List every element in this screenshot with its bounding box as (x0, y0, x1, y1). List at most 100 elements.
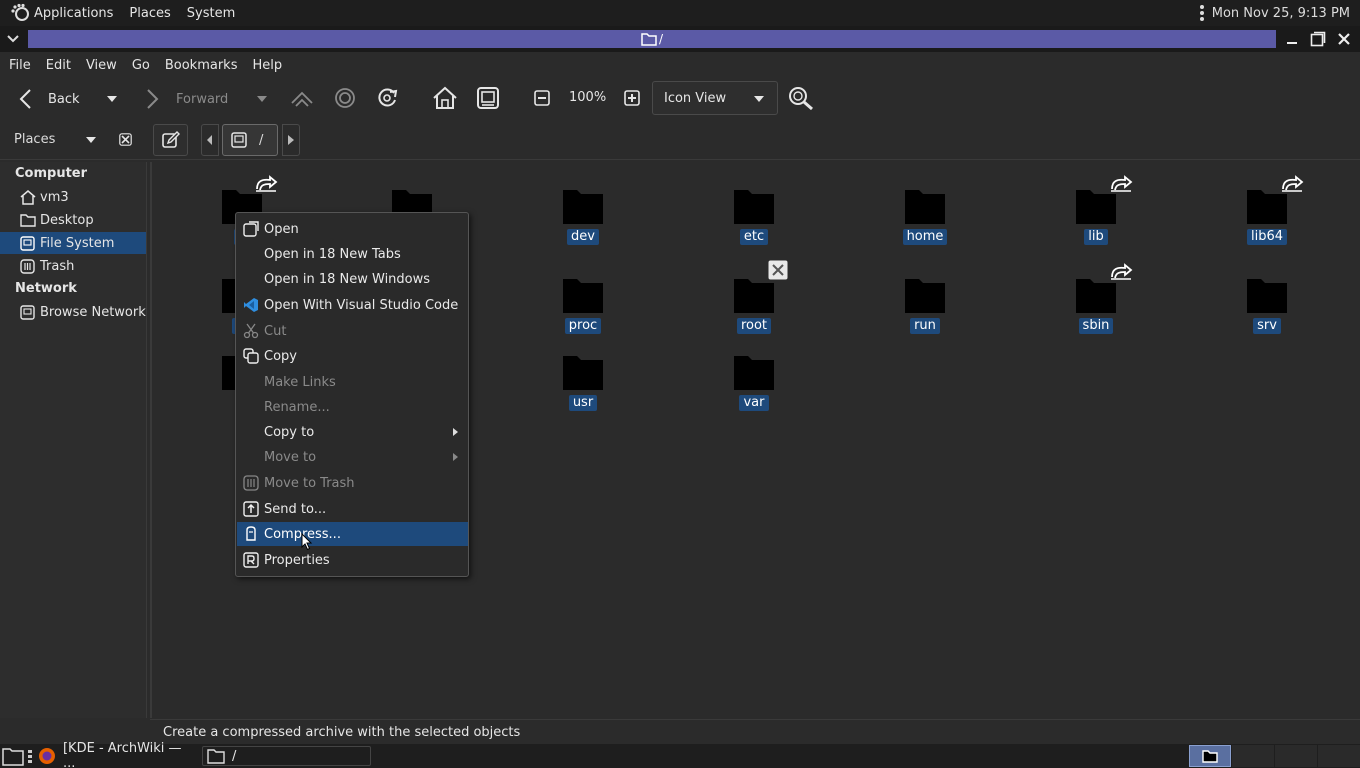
places-selector[interactable]: Places (14, 132, 97, 147)
panel-overflow-icon[interactable] (1199, 5, 1204, 21)
folder-name: lib (1084, 229, 1108, 245)
folder-item-srv[interactable]: srv (1207, 276, 1327, 334)
forward-button[interactable]: Forward (142, 88, 228, 110)
statusbar-text: Create a compressed archive with the sel… (163, 724, 521, 740)
folder-item-var[interactable]: var (694, 353, 814, 411)
zoom-out-button[interactable] (534, 90, 550, 106)
view-mode-select[interactable]: Icon View (652, 81, 778, 115)
menu-item-properties[interactable]: Properties (237, 548, 468, 572)
folder-item-home[interactable]: home (865, 187, 985, 245)
folder-icon (1076, 279, 1116, 313)
menu-item-open-vscode[interactable]: Open With Visual Studio Code (237, 293, 468, 317)
compress-icon (246, 526, 256, 541)
sidebar-item-label: Desktop (40, 212, 94, 228)
sidebar-item-label: File System (40, 235, 115, 251)
folder-name: sbin (1078, 318, 1114, 334)
edit-location-button[interactable] (153, 124, 188, 156)
sidebar-item-file-system[interactable]: File System (0, 232, 146, 254)
edit-menu[interactable]: Edit (41, 58, 75, 73)
folder-name: home (902, 229, 948, 245)
path-scroll-left[interactable] (201, 124, 219, 156)
symlink-emblem-icon (1282, 175, 1304, 192)
folder-item-run[interactable]: run (865, 276, 985, 334)
workspace-2[interactable] (1232, 745, 1274, 767)
taskbar-handle-icon[interactable] (28, 750, 32, 763)
close-button[interactable] (1334, 28, 1354, 50)
path-segment-label: / (259, 132, 264, 148)
path-scroll-right[interactable] (282, 124, 300, 156)
folder-name: proc (564, 318, 602, 334)
sidebar-item-desktop[interactable]: Desktop (0, 209, 146, 231)
menu-item-send-to[interactable]: Send to... (237, 497, 468, 521)
task-file-browser[interactable]: / (202, 746, 371, 766)
menu-item-open[interactable]: Open (237, 217, 468, 241)
folder-icon (734, 190, 774, 224)
search-icon (789, 87, 813, 110)
places-menu[interactable]: Places (121, 0, 178, 26)
folder-item-proc[interactable]: proc (523, 276, 643, 334)
menu-item-move-to-trash[interactable]: Move to Trash (237, 471, 468, 495)
task-firefox[interactable]: [KDE - ArchWiki — ... (38, 741, 198, 768)
menu-item-open-tabs[interactable]: Open in 18 New Tabs (237, 242, 468, 266)
menu-item-move-to[interactable]: Move to (237, 445, 468, 469)
reload-button[interactable] (376, 87, 400, 109)
bookmarks-menu[interactable]: Bookmarks (160, 58, 242, 73)
back-button[interactable]: Back (16, 88, 80, 110)
firefox-icon (38, 748, 55, 764)
up-button[interactable] (290, 88, 314, 108)
menu-item-cut[interactable]: Cut (237, 319, 468, 343)
stop-button[interactable] (334, 87, 356, 109)
workspace-1[interactable] (1189, 745, 1231, 767)
file-menu[interactable]: File (4, 58, 35, 73)
workspace-4[interactable] (1318, 745, 1360, 767)
folder-item-root[interactable]: root (694, 276, 814, 334)
folder-item-dev[interactable]: dev (523, 187, 643, 245)
folder-item-lib64[interactable]: lib64 (1207, 187, 1327, 245)
search-button[interactable] (788, 86, 814, 110)
close-sidebar-button[interactable] (119, 133, 132, 150)
folder-item-lib[interactable]: lib (1036, 187, 1156, 245)
folder-name: etc (739, 229, 769, 245)
menu-item-copy[interactable]: Copy (237, 344, 468, 368)
maximize-icon (1310, 31, 1326, 47)
menu-item-open-windows[interactable]: Open in 18 New Windows (237, 267, 468, 291)
clock[interactable]: Mon Nov 25, 9:13 PM (1212, 6, 1350, 21)
menu-item-label: Open With Visual Studio Code (264, 297, 459, 313)
help-menu[interactable]: Help (247, 58, 286, 73)
folder-item-usr[interactable]: usr (523, 353, 643, 411)
forward-history-dropdown[interactable] (256, 95, 268, 103)
sidebar-item-trash[interactable]: Trash (0, 255, 146, 277)
location-bar: Places / (0, 120, 1360, 160)
window-menu-button[interactable] (2, 28, 24, 50)
folder-name: dev (567, 229, 599, 245)
sidebar-item-vm3[interactable]: vm3 (0, 186, 146, 208)
workspace-3[interactable] (1275, 745, 1317, 767)
applications-menu[interactable]: Applications (30, 0, 121, 26)
system-menu[interactable]: System (179, 0, 243, 26)
folder-icon (905, 190, 945, 224)
maximize-button[interactable] (1308, 28, 1328, 50)
window-title[interactable]: / (28, 30, 1276, 48)
minimize-button[interactable] (1282, 28, 1302, 50)
forward-label: Forward (176, 91, 229, 107)
go-menu[interactable]: Go (127, 58, 154, 73)
show-desktop-icon[interactable] (2, 746, 24, 766)
drive-icon (20, 235, 35, 251)
sidebar-item-browse-network[interactable]: Browse Network (0, 301, 146, 323)
zoom-in-button[interactable] (624, 90, 640, 106)
zoom-level[interactable]: 100% (569, 90, 606, 105)
view-menu[interactable]: View (81, 58, 121, 73)
menu-item-rename[interactable]: Rename... (237, 395, 468, 419)
computer-icon (477, 87, 499, 109)
home-button[interactable] (432, 86, 458, 110)
folder-item-etc[interactable]: etc (694, 187, 814, 245)
folder-name: srv (1253, 318, 1281, 334)
computer-button[interactable] (476, 86, 500, 110)
menu-item-make-links[interactable]: Make Links (237, 370, 468, 394)
path-segment-root[interactable]: / (222, 124, 278, 156)
menu-item-copy-to[interactable]: Copy to (237, 420, 468, 444)
gnome-foot-icon[interactable] (10, 3, 30, 23)
back-history-dropdown[interactable] (106, 95, 118, 103)
folder-item-sbin[interactable]: sbin (1036, 276, 1156, 334)
menu-item-compress[interactable]: Compress... (237, 522, 468, 546)
